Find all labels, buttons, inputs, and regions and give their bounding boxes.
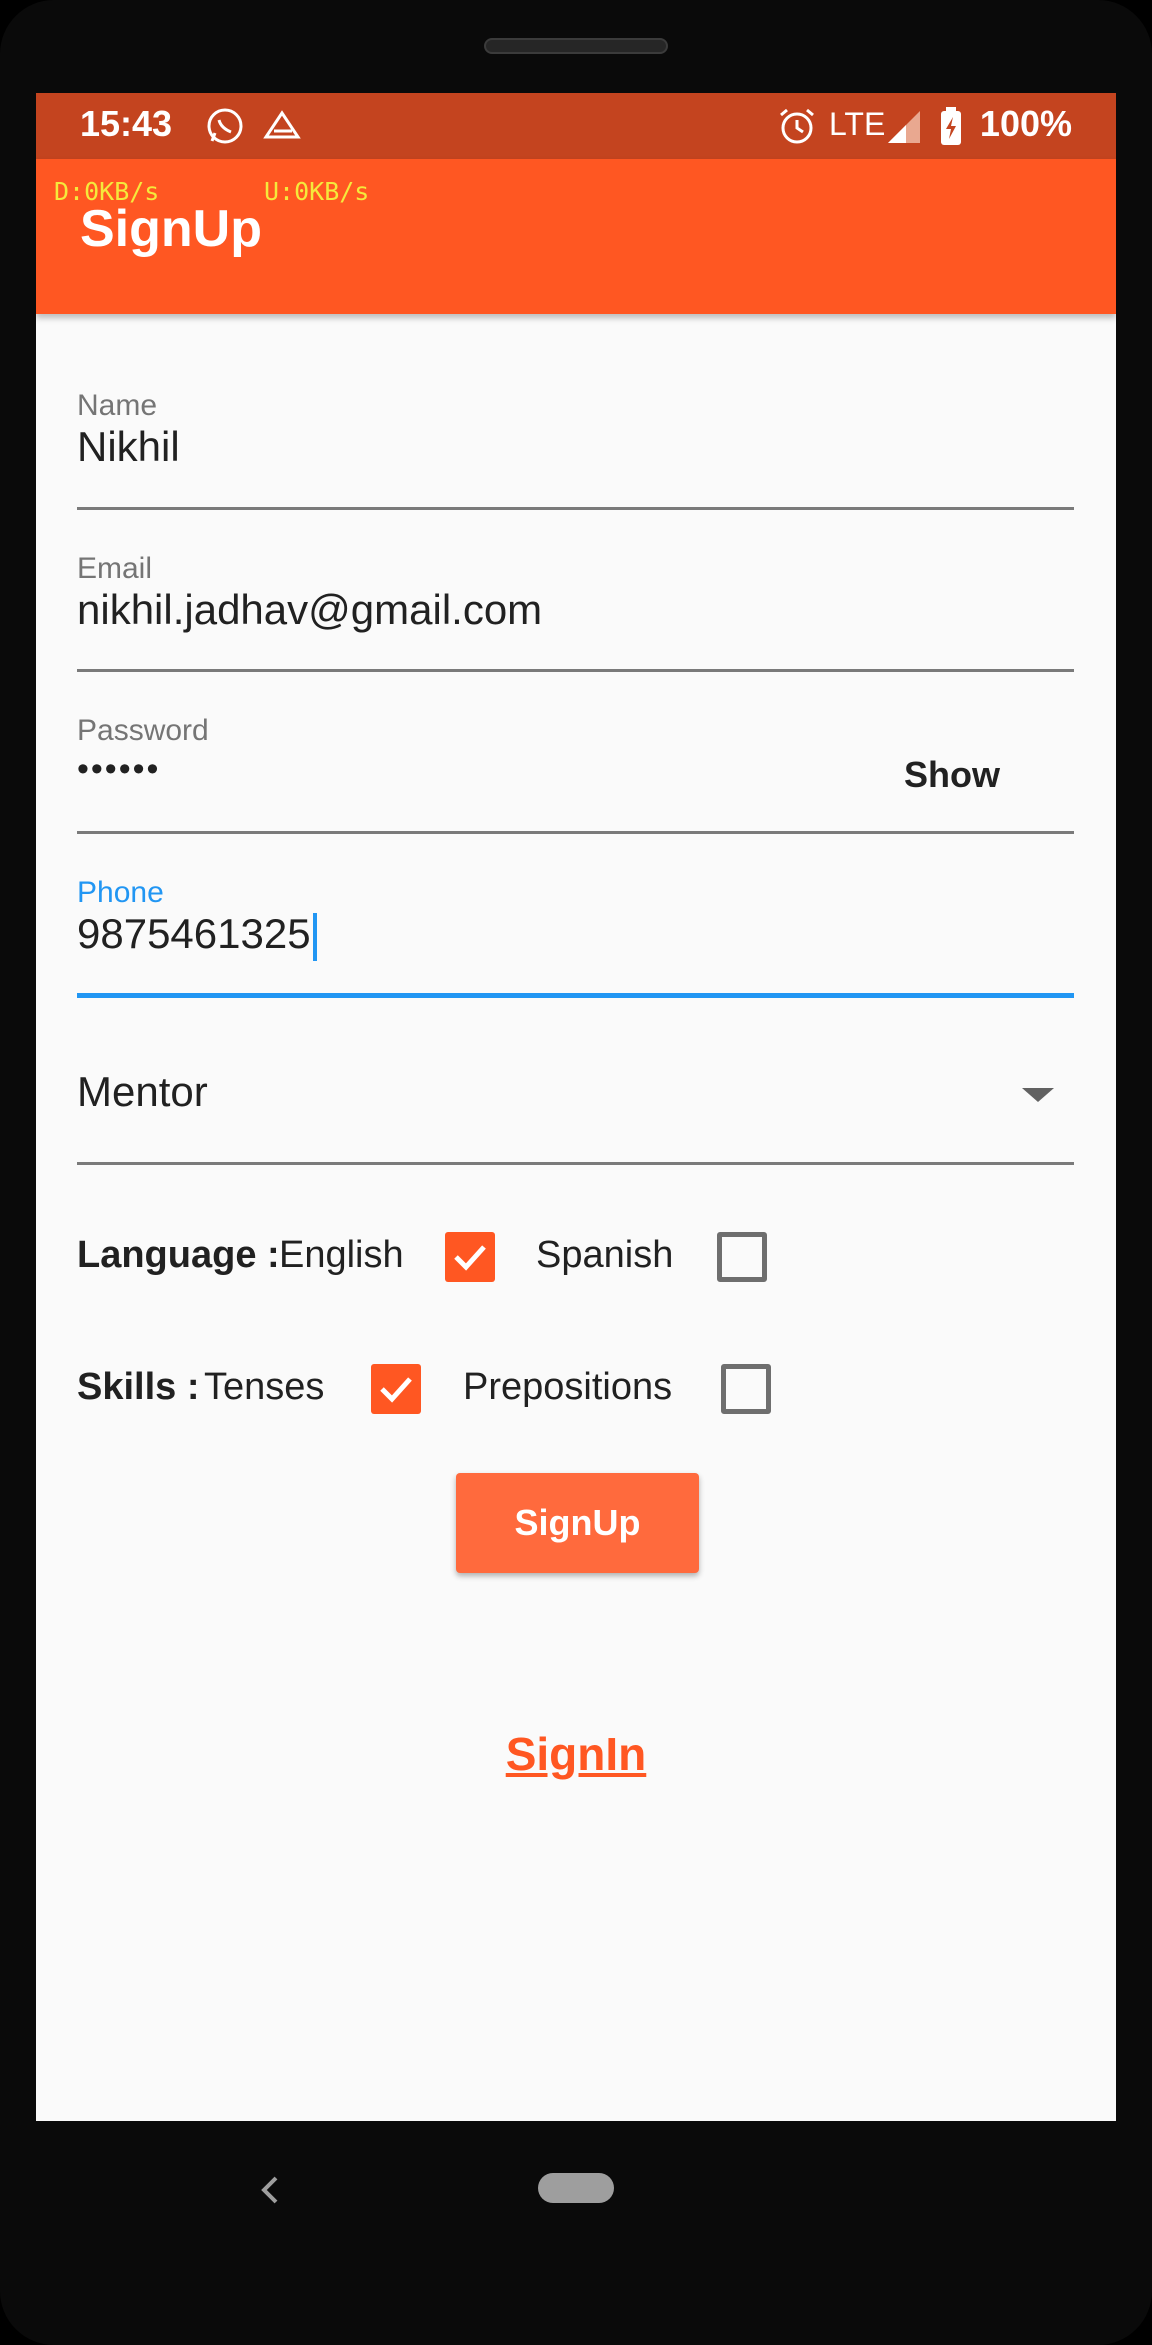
phone-input[interactable]: 9875461325 bbox=[77, 910, 317, 961]
upload-speed: U:0KB/s bbox=[264, 177, 370, 206]
email-input[interactable]: nikhil.jadhav@gmail.com bbox=[77, 586, 542, 634]
language-label: Language : bbox=[77, 1234, 280, 1276]
spanish-checkbox[interactable] bbox=[717, 1232, 767, 1282]
page-title: SignUp bbox=[80, 200, 262, 258]
screen: 15:43 LTE 100% D:0KB/s U:0KB/s SignUp Na… bbox=[36, 93, 1116, 2121]
phone-label: Phone bbox=[77, 876, 164, 909]
role-selected-value: Mentor bbox=[77, 1068, 208, 1115]
skills-row: Skills : bbox=[77, 1366, 200, 1409]
signal-icon bbox=[888, 111, 920, 143]
status-bar: 15:43 LTE 100% bbox=[36, 93, 1116, 159]
email-underline bbox=[77, 669, 1074, 672]
check-icon bbox=[380, 1377, 412, 1403]
battery-icon bbox=[941, 107, 961, 145]
name-field[interactable]: Name Nikhil bbox=[77, 389, 1074, 519]
text-cursor bbox=[312, 912, 317, 961]
phone-value: 9875461325 bbox=[77, 910, 311, 957]
status-time: 15:43 bbox=[80, 103, 173, 144]
home-button[interactable] bbox=[538, 2173, 614, 2203]
english-checkbox[interactable] bbox=[445, 1232, 495, 1282]
app-icon bbox=[263, 110, 301, 139]
role-underline bbox=[77, 1162, 1074, 1165]
dropdown-arrow-icon bbox=[1022, 1088, 1054, 1102]
app-bar: D:0KB/s U:0KB/s SignUp bbox=[36, 159, 1116, 314]
name-input[interactable]: Nikhil bbox=[77, 423, 180, 471]
battery-level: 100% bbox=[979, 103, 1072, 144]
signup-button[interactable]: SignUp bbox=[456, 1473, 699, 1573]
signin-link[interactable]: SignIn bbox=[36, 1727, 1116, 1781]
english-label: English bbox=[279, 1234, 404, 1276]
network-type: LTE bbox=[829, 106, 886, 142]
name-label: Name bbox=[77, 389, 158, 422]
prepositions-checkbox[interactable] bbox=[721, 1364, 771, 1414]
language-row: Language : bbox=[77, 1234, 280, 1277]
email-label: Email bbox=[77, 552, 153, 585]
phone-underline bbox=[77, 993, 1074, 998]
prepositions-label: Prepositions bbox=[463, 1366, 673, 1408]
alarm-icon bbox=[780, 108, 814, 144]
speaker-grille bbox=[484, 38, 668, 54]
check-icon bbox=[454, 1245, 486, 1271]
password-input[interactable]: •••••• bbox=[77, 750, 160, 789]
whatsapp-icon bbox=[207, 108, 243, 144]
tenses-checkbox[interactable] bbox=[371, 1364, 421, 1414]
password-label: Password bbox=[77, 714, 209, 747]
phone-field[interactable]: Phone 9875461325 bbox=[77, 876, 1074, 1006]
name-underline bbox=[77, 507, 1074, 510]
email-field[interactable]: Email nikhil.jadhav@gmail.com bbox=[77, 552, 1074, 682]
role-dropdown[interactable]: Mentor bbox=[77, 1068, 1074, 1178]
password-field[interactable]: Password •••••• Show bbox=[77, 714, 1074, 844]
tenses-label: Tenses bbox=[204, 1366, 325, 1408]
show-password-button[interactable]: Show bbox=[904, 754, 1000, 796]
skills-label: Skills : bbox=[77, 1366, 200, 1408]
password-underline bbox=[77, 831, 1074, 834]
back-icon[interactable] bbox=[254, 2172, 290, 2208]
phone-frame: 15:43 LTE 100% D:0KB/s U:0KB/s SignUp Na… bbox=[0, 0, 1152, 2345]
spanish-label: Spanish bbox=[536, 1234, 674, 1276]
